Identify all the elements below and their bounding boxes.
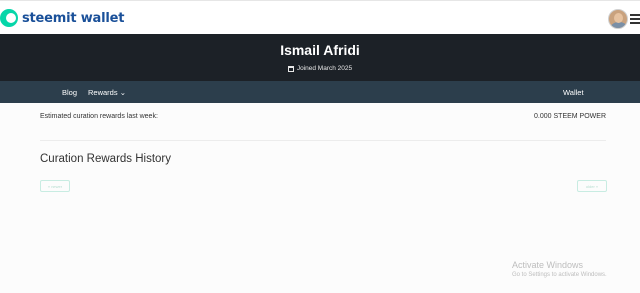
calendar-icon [287, 65, 294, 72]
nav-blog-link[interactable]: Blog [62, 88, 77, 97]
avatar[interactable] [608, 9, 628, 29]
curation-history-title: Curation Rewards History [40, 153, 172, 165]
joined-date: Joined March 2025 [0, 65, 640, 72]
profile-nav: Blog Rewards ⌄ Wallet [0, 81, 640, 103]
activate-windows-watermark: Activate Windows Go to Settings to activ… [512, 260, 607, 278]
chevron-down-icon: ⌄ [119, 88, 126, 97]
steemit-logo-icon [0, 9, 18, 27]
steemit-wallet-logo[interactable]: steemit wallet [0, 8, 124, 28]
profile-header: Ismail Afridi Joined March 2025 [0, 34, 640, 81]
nav-wallet-link[interactable]: Wallet [563, 88, 584, 97]
estimated-rewards-label: Estimated curation rewards last week: [40, 113, 158, 120]
nav-rewards-dropdown[interactable]: Rewards ⌄ [88, 88, 126, 97]
newer-button[interactable]: « newer [40, 180, 70, 192]
estimated-rewards-value: 0.000 STEEM POWER [534, 113, 606, 120]
activate-windows-subtitle: Go to Settings to activate Windows. [512, 272, 607, 278]
divider [40, 140, 606, 141]
nav-rewards-label: Rewards [88, 88, 118, 97]
older-button[interactable]: older » [577, 180, 607, 192]
activate-windows-title: Activate Windows [512, 260, 584, 270]
joined-text: Joined March 2025 [296, 65, 353, 72]
profile-name: Ismail Afridi [280, 42, 360, 58]
top-bar: steemit wallet [0, 0, 640, 34]
logo-text: steemit wallet [22, 10, 125, 26]
hamburger-menu-icon[interactable] [630, 14, 640, 24]
